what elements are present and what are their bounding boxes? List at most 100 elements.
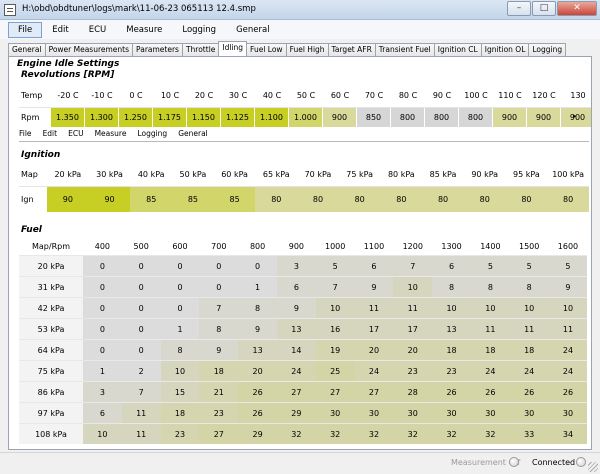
ignition-value-cell[interactable]: 80 [338,187,381,212]
fuel-value-cell[interactable]: 9 [548,277,588,297]
fuel-value-cell[interactable]: 11 [354,298,394,318]
fuel-value-cell[interactable]: 20 [238,361,277,381]
ignition-value-cell[interactable]: 90 [88,187,131,212]
fuel-value-cell[interactable]: 0 [83,298,122,318]
fuel-value-cell[interactable]: 18 [160,403,200,423]
fuel-value-cell[interactable]: 11 [470,319,510,339]
fuel-value-cell[interactable]: 32 [276,424,316,444]
overlay-menu-item[interactable]: Edit [43,129,58,140]
fuel-value-cell[interactable]: 32 [393,424,433,444]
fuel-value-cell[interactable]: 10 [315,298,355,318]
rpm-value-cell[interactable]: 900 [323,108,357,127]
rpm-value-cell[interactable]: 800 [425,108,459,127]
fuel-value-cell[interactable]: 24 [470,361,510,381]
fuel-value-cell[interactable]: 9 [238,319,277,339]
fuel-value-cell[interactable]: 11 [393,298,433,318]
fuel-value-cell[interactable]: 24 [509,361,549,381]
fuel-value-cell[interactable]: 7 [393,256,433,276]
ignition-value-cell[interactable]: 80 [463,187,506,212]
tab-transient-fuel[interactable]: Transient Fuel [374,43,435,56]
fuel-value-cell[interactable]: 30 [315,403,355,423]
fuel-value-cell[interactable]: 11 [548,319,588,339]
menu-measure[interactable]: Measure [116,22,172,38]
fuel-value-cell[interactable]: 10 [432,298,471,318]
tab-ignition-ol[interactable]: Ignition OL [480,43,530,56]
fuel-value-cell[interactable]: 0 [238,256,277,276]
fuel-value-cell[interactable]: 26 [432,382,471,402]
fuel-value-cell[interactable]: 9 [354,277,394,297]
fuel-value-cell[interactable]: 8 [432,277,471,297]
overlay-menu-item[interactable]: File [19,129,32,140]
resize-grip-icon[interactable] [588,462,598,472]
fuel-value-cell[interactable]: 13 [238,340,277,360]
fuel-value-cell[interactable]: 26 [548,382,588,402]
fuel-value-cell[interactable]: 5 [470,256,510,276]
ignition-value-cell[interactable]: 80 [422,187,464,212]
fuel-value-cell[interactable]: 30 [393,403,433,423]
fuel-value-cell[interactable]: 25 [315,361,355,381]
fuel-value-cell[interactable]: 0 [199,256,239,276]
fuel-value-cell[interactable]: 0 [83,256,122,276]
fuel-value-cell[interactable]: 32 [432,424,471,444]
tab-parameters[interactable]: Parameters [132,43,183,56]
ignition-value-cell[interactable]: 80 [380,187,423,212]
fuel-value-cell[interactable]: 0 [83,340,122,360]
fuel-value-cell[interactable]: 0 [83,319,122,339]
fuel-value-cell[interactable]: 13 [432,319,471,339]
tab-power-measurements[interactable]: Power Measurements [44,43,134,56]
rpm-value-cell[interactable]: 1.100 [255,108,289,127]
fuel-value-cell[interactable]: 6 [83,403,122,423]
fuel-value-cell[interactable]: 10 [160,361,200,381]
rpm-value-cell[interactable]: 1.300 [85,108,119,127]
fuel-value-cell[interactable]: 26 [509,382,549,402]
fuel-value-cell[interactable]: 0 [121,277,161,297]
fuel-value-cell[interactable]: 0 [83,277,122,297]
fuel-value-cell[interactable]: 27 [315,382,355,402]
tab-idling[interactable]: Idling [218,41,248,56]
fuel-value-cell[interactable]: 18 [199,361,239,381]
tab-ignition-cl[interactable]: Ignition CL [433,43,482,56]
rpm-value-cell[interactable]: 900 [493,108,527,127]
ignition-value-cell[interactable]: 90 [47,187,89,212]
scroll-right-icon[interactable]: ▸ [573,109,583,123]
fuel-value-cell[interactable]: 26 [470,382,510,402]
rpm-value-cell[interactable]: 800 [391,108,425,127]
tab-general[interactable]: General [8,43,46,56]
fuel-value-cell[interactable]: 13 [276,319,316,339]
fuel-value-cell[interactable]: 26 [238,382,277,402]
fuel-value-cell[interactable]: 6 [354,256,394,276]
fuel-value-cell[interactable]: 8 [238,298,277,318]
fuel-value-cell[interactable]: 26 [238,403,277,423]
fuel-value-cell[interactable]: 16 [315,319,355,339]
fuel-value-cell[interactable]: 11 [509,319,549,339]
fuel-value-cell[interactable]: 6 [432,256,471,276]
fuel-value-cell[interactable]: 8 [199,319,239,339]
fuel-value-cell[interactable]: 27 [199,424,239,444]
fuel-value-cell[interactable]: 5 [315,256,355,276]
fuel-value-cell[interactable]: 9 [276,298,316,318]
fuel-value-cell[interactable]: 24 [276,361,316,381]
fuel-value-cell[interactable]: 9 [199,340,239,360]
fuel-value-cell[interactable]: 10 [509,298,549,318]
ignition-value-cell[interactable]: 85 [130,187,173,212]
fuel-value-cell[interactable]: 10 [83,424,122,444]
fuel-value-cell[interactable]: 11 [121,424,161,444]
fuel-value-cell[interactable]: 7 [121,382,161,402]
rpm-value-cell[interactable]: 850 [357,108,391,127]
ignition-value-cell[interactable]: 85 [172,187,214,212]
fuel-value-cell[interactable]: 33 [509,424,549,444]
close-button[interactable]: ✕ [557,1,597,16]
menu-edit[interactable]: Edit [42,22,78,38]
tab-target-afr[interactable]: Target AFR [327,43,376,56]
fuel-value-cell[interactable]: 23 [199,403,239,423]
minimize-button[interactable]: – [507,1,531,16]
fuel-value-cell[interactable]: 0 [121,298,161,318]
ignition-value-cell[interactable]: 80 [297,187,339,212]
fuel-value-cell[interactable]: 8 [470,277,510,297]
fuel-value-cell[interactable]: 30 [354,403,394,423]
ignition-value-cell[interactable]: 85 [213,187,256,212]
fuel-value-cell[interactable]: 30 [509,403,549,423]
fuel-value-cell[interactable]: 17 [354,319,394,339]
ignition-value-cell[interactable]: 80 [547,187,589,212]
fuel-value-cell[interactable]: 23 [160,424,200,444]
